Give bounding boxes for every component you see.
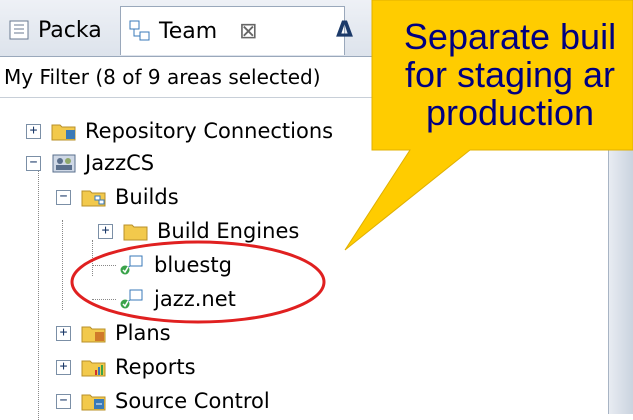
callout-text: Separate buil for staging ar production: [380, 18, 633, 132]
callout-line-1: Separate buil: [403, 16, 617, 57]
callout-line-3: production: [425, 92, 595, 133]
team-artifacts-view: Packa Team ⊠ Δ My Filter (8 of 9 areas s…: [0, 0, 633, 420]
highlight-oval: [70, 240, 326, 324]
callout-line-2: for staging ar: [404, 54, 616, 95]
